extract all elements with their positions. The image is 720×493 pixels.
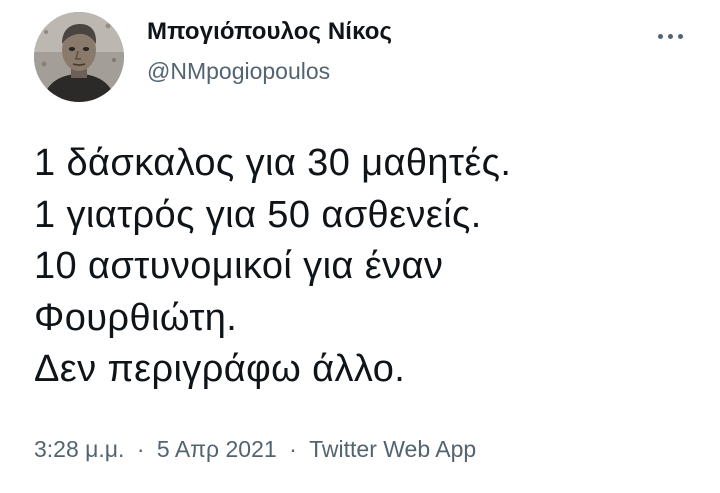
dot-icon <box>667 33 673 39</box>
tweet-time[interactable]: 3:28 μ.μ. <box>34 436 124 462</box>
dot-icon <box>657 33 663 39</box>
tweet-metadata: 3:28 μ.μ. · 5 Απρ 2021 · Twitter Web App <box>34 436 476 463</box>
tweet-text-line: 1 γιατρός για 50 ασθενείς. <box>34 193 482 236</box>
more-options-icon[interactable] <box>646 24 694 48</box>
author-handle[interactable]: @NMpogiopoulos <box>147 58 330 85</box>
tweet-date[interactable]: 5 Απρ 2021 <box>157 436 277 462</box>
separator: · <box>289 436 297 462</box>
separator: · <box>136 436 145 462</box>
tweet-source-app[interactable]: Twitter Web App <box>309 436 476 462</box>
tweet-card: Μπογιόπουλος Νίκος @NMpogiopoulos 1 δάσκ… <box>0 0 720 493</box>
tweet-text-line: Φουρθιώτη. <box>34 296 238 339</box>
profile-photo-icon <box>34 12 124 102</box>
tweet-text-line: 1 δάσκαλος για 30 μαθητές. <box>34 142 512 184</box>
tweet-text-line: Δεν περιγράφω άλλο. <box>34 348 406 390</box>
dot-icon <box>677 33 683 39</box>
author-display-name[interactable]: Μπογιόπουλος Νίκος <box>147 18 392 46</box>
tweet-text: 1 δάσκαλος για 30 μαθητές. 1 γιατρός για… <box>34 138 694 396</box>
avatar[interactable] <box>34 12 124 102</box>
tweet-text-line: 10 αστυνομικοί για έναν <box>34 245 444 287</box>
